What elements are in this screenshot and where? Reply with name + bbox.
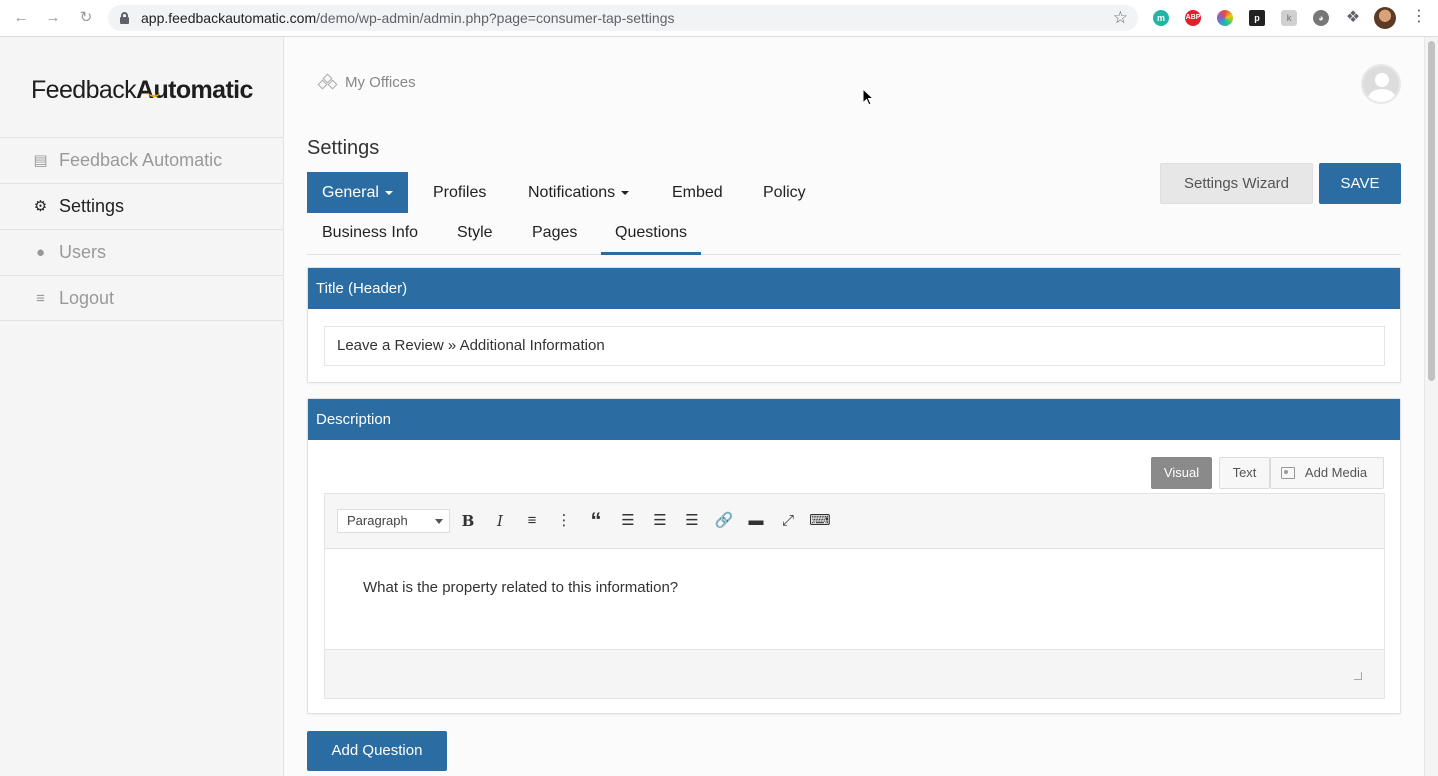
profile-avatar[interactable] xyxy=(1374,7,1396,29)
extension-cat-icon[interactable]: ◕ xyxy=(1313,10,1329,26)
description-text: What is the property related to this inf… xyxy=(363,579,679,596)
bullet-list-icon[interactable]: ≡ xyxy=(520,509,544,533)
settings-wizard-button[interactable]: Settings Wizard xyxy=(1160,163,1313,204)
title-input[interactable]: Leave a Review » Additional Information xyxy=(324,326,1385,366)
caret-down-icon xyxy=(621,190,630,195)
visual-tab[interactable]: Visual xyxy=(1151,457,1212,489)
user-icon: ● xyxy=(35,244,46,261)
forward-arrow-icon[interactable]: → xyxy=(44,9,62,27)
tab-embed[interactable]: Embed xyxy=(672,172,723,213)
description-panel: Description Visual Text Add Media Paragr… xyxy=(307,398,1401,714)
color-picker-extension-icon[interactable] xyxy=(1217,10,1233,26)
back-arrow-icon[interactable]: ← xyxy=(12,9,30,27)
extension-k-icon[interactable]: k xyxy=(1281,10,1297,26)
page-scrollbar[interactable] xyxy=(1424,37,1438,776)
title-panel: Title (Header) Leave a Review » Addition… xyxy=(307,267,1401,383)
format-select[interactable]: Paragraph xyxy=(337,509,450,533)
resize-handle-icon[interactable] xyxy=(1354,672,1362,680)
browser-menu-icon[interactable]: ⋮ xyxy=(1411,6,1427,26)
add-media-button[interactable]: Add Media xyxy=(1270,457,1384,489)
subtab-questions[interactable]: Questions xyxy=(601,215,702,255)
browser-toolbar: ← → ↻ app.feedbackautomatic.com/demo/wp-… xyxy=(0,0,1438,37)
editor-toolbar: Paragraph B I ≡ ⋮ “ ☰ ☰ ☰ 🔗 ▬ ⤢ ⌨ xyxy=(325,494,1384,549)
italic-icon[interactable]: I xyxy=(488,509,512,533)
read-more-icon[interactable]: ▬ xyxy=(744,509,768,533)
subtab-business-info[interactable]: Business Info xyxy=(322,215,418,255)
align-center-icon[interactable]: ☰ xyxy=(648,509,672,533)
bold-icon[interactable]: B xyxy=(456,509,480,533)
bookmark-star-icon[interactable]: ☆ xyxy=(1113,8,1128,28)
add-question-button[interactable]: Add Question xyxy=(307,731,447,771)
rich-text-editor: Paragraph B I ≡ ⋮ “ ☰ ☰ ☰ 🔗 ▬ ⤢ ⌨ What i… xyxy=(324,493,1385,699)
extension-m-icon[interactable]: m xyxy=(1153,10,1169,26)
offices-icon xyxy=(317,73,338,90)
sidebar-item-label: Feedback Automatic xyxy=(59,150,223,170)
extensions-puzzle-icon[interactable]: ❖ xyxy=(1345,10,1361,26)
general-subtabs: Business Info Style Pages Questions xyxy=(307,215,1401,255)
blockquote-icon[interactable]: “ xyxy=(584,509,608,533)
tab-general[interactable]: General xyxy=(307,172,408,213)
align-right-icon[interactable]: ☰ xyxy=(680,509,704,533)
link-icon[interactable]: 🔗 xyxy=(712,509,736,533)
feedback-automatic-logo[interactable]: FeedbackAutomatic xyxy=(31,76,253,105)
url-text[interactable]: app.feedbackautomatic.com/demo/wp-admin/… xyxy=(141,10,674,26)
sidebar-item-label: Logout xyxy=(59,288,115,308)
tab-policy[interactable]: Policy xyxy=(763,172,806,213)
toolbar-toggle-icon[interactable]: ⌨ xyxy=(808,509,832,533)
gear-icon: ⚙ xyxy=(33,198,48,215)
avatar-head-icon xyxy=(1375,73,1389,87)
logout-icon: ≡ xyxy=(36,290,45,307)
lock-icon xyxy=(120,12,129,24)
sidebar-menu: ▤ Feedback Automatic ⚙ Settings ● Users … xyxy=(0,137,283,321)
tab-notifications[interactable]: Notifications xyxy=(528,172,630,213)
subtab-style[interactable]: Style xyxy=(457,215,493,255)
tab-profiles[interactable]: Profiles xyxy=(433,172,486,213)
sidebar-item-users[interactable]: ● Users xyxy=(0,229,283,275)
title-panel-heading: Title (Header) xyxy=(308,268,1400,309)
address-bar[interactable]: app.feedbackautomatic.com/demo/wp-admin/… xyxy=(108,5,1138,31)
text-tab[interactable]: Text xyxy=(1219,457,1270,489)
sidebar-item-label: Settings xyxy=(59,196,125,216)
adblock-plus-icon[interactable]: ABP xyxy=(1185,10,1201,26)
reload-icon[interactable]: ↻ xyxy=(77,9,95,27)
fullscreen-icon[interactable]: ⤢ xyxy=(776,509,800,533)
avatar-body-icon xyxy=(1368,89,1396,102)
dashboard-icon: ▤ xyxy=(33,152,48,169)
sidebar-item-settings[interactable]: ⚙ Settings xyxy=(0,183,283,229)
scrollbar-thumb[interactable] xyxy=(1428,41,1435,381)
description-panel-heading: Description xyxy=(308,399,1400,440)
caret-down-icon xyxy=(384,190,393,195)
subtab-pages[interactable]: Pages xyxy=(532,215,577,255)
save-button[interactable]: SAVE xyxy=(1319,163,1401,204)
numbered-list-icon[interactable]: ⋮ xyxy=(552,509,576,533)
sidebar-item-logout[interactable]: ≡ Logout xyxy=(0,275,283,321)
main-content: My Offices Settings General Profiles Not… xyxy=(284,37,1424,776)
media-icon xyxy=(1281,467,1295,479)
page-title: Settings xyxy=(307,137,380,159)
sidebar: FeedbackAutomatic ▤ Feedback Automatic ⚙… xyxy=(0,37,284,776)
editor-statusbar xyxy=(325,649,1384,698)
extension-p-icon[interactable]: p xyxy=(1249,10,1265,26)
align-left-icon[interactable]: ☰ xyxy=(616,509,640,533)
editor-content-area[interactable]: What is the property related to this inf… xyxy=(325,549,1384,649)
user-avatar[interactable] xyxy=(1361,64,1401,104)
breadcrumb-my-offices[interactable]: My Offices xyxy=(345,74,416,91)
dropdown-arrow-icon xyxy=(435,519,443,524)
sidebar-item-label: Users xyxy=(59,242,107,262)
sidebar-item-feedback-automatic[interactable]: ▤ Feedback Automatic xyxy=(0,137,283,183)
